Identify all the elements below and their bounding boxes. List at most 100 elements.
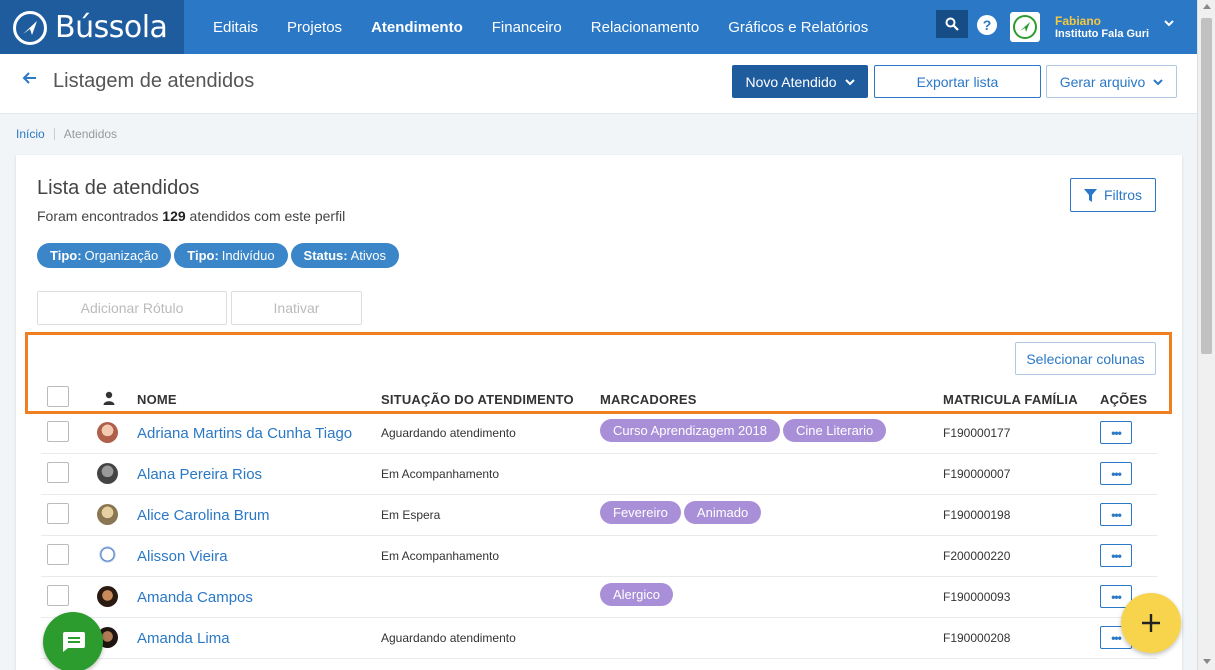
- results-suffix: atendidos com este perfil: [189, 208, 346, 224]
- row-checkbox[interactable]: [47, 421, 69, 442]
- attendee-name-link[interactable]: Adriana Martins da Cunha Tiago: [137, 425, 352, 442]
- avatar: [97, 422, 118, 443]
- top-nav: Bússola Editais Projetos Atendimento Fin…: [0, 0, 1197, 54]
- attendee-name-link[interactable]: Amanda Lima: [137, 630, 230, 647]
- row-checkbox[interactable]: [47, 503, 69, 524]
- row-actions-button[interactable]: •••: [1100, 503, 1132, 526]
- user-org[interactable]: Instituto Fala Guri: [1055, 28, 1149, 40]
- avatar: [97, 586, 118, 607]
- inativar-button[interactable]: Inativar: [231, 291, 362, 325]
- table-row: Alana Pereira Rios Em Acompanhamento F19…: [41, 454, 1157, 495]
- attendee-status: Em Acompanhamento: [381, 467, 500, 481]
- scroll-up-icon[interactable]: [1203, 4, 1211, 9]
- attendee-name-link[interactable]: Amanda Campos: [137, 589, 253, 606]
- attendee-status: Aguardando atendimento: [381, 631, 516, 645]
- matricula-familia: F190000177: [943, 426, 1011, 440]
- tag-list: Fevereiro Animado: [600, 501, 762, 524]
- gerar-arquivo-label: Gerar arquivo: [1059, 73, 1146, 90]
- brand[interactable]: Bússola: [0, 0, 184, 54]
- page-header: Listagem de atendidos Novo Atendido Expo…: [0, 54, 1197, 114]
- results-summary: Foram encontrados 129 atendidos com este…: [37, 208, 345, 224]
- matricula-familia: F190000007: [943, 467, 1011, 481]
- nav-item-financeiro[interactable]: Financeiro: [492, 19, 562, 36]
- chat-button[interactable]: [43, 612, 103, 670]
- chevron-down-icon[interactable]: [1164, 16, 1174, 30]
- tag-badge: Curso Aprendizagem 2018: [600, 419, 780, 442]
- adicionar-rotulo-button[interactable]: Adicionar Rótulo: [37, 291, 227, 325]
- filter-chip-value: Ativos: [350, 248, 387, 263]
- chat-icon: [63, 632, 85, 652]
- attendee-status: Aguardando atendimento: [381, 426, 516, 440]
- brand-name: Bússola: [55, 10, 168, 45]
- search-button[interactable]: [936, 10, 968, 38]
- breadcrumb: Início Atendidos: [16, 127, 117, 141]
- add-fab-button[interactable]: [1121, 593, 1181, 653]
- filter-chip[interactable]: Status: Ativos: [290, 243, 400, 268]
- matricula-familia: F190000093: [943, 590, 1011, 604]
- filtros-button[interactable]: Filtros: [1070, 178, 1156, 212]
- nav-item-atendimento[interactable]: Atendimento: [371, 19, 463, 36]
- back-arrow-icon[interactable]: [22, 70, 38, 91]
- attendee-status: Em Espera: [381, 508, 441, 522]
- tag-list: Alergico: [600, 583, 673, 606]
- filter-icon: [1083, 188, 1097, 202]
- table-row: Amanda Lima Aguardando atendimento F1900…: [41, 618, 1157, 659]
- help-icon[interactable]: ?: [977, 15, 997, 35]
- nav-item-graficos[interactable]: Gráficos e Relatórios: [728, 19, 868, 36]
- table-row: Adriana Martins da Cunha Tiago Aguardand…: [41, 413, 1157, 454]
- breadcrumb-divider: [53, 128, 55, 140]
- user-name[interactable]: Fabiano: [1055, 14, 1101, 28]
- results-prefix: Foram encontrados: [37, 208, 159, 224]
- filter-chip-key: Tipo:: [50, 248, 82, 263]
- avatar: [97, 463, 118, 484]
- main-menu: Editais Projetos Atendimento Financeiro …: [213, 0, 897, 54]
- card-title: Lista de atendidos: [37, 177, 200, 199]
- tag-list: Curso Aprendizagem 2018 Cine Literario: [600, 419, 887, 442]
- row-actions-button[interactable]: •••: [1100, 421, 1132, 444]
- attendee-status: Em Acompanhamento: [381, 549, 500, 563]
- scroll-thumb[interactable]: [1201, 18, 1212, 354]
- matricula-familia: F190000198: [943, 508, 1011, 522]
- row-checkbox[interactable]: [47, 462, 69, 483]
- breadcrumb-home[interactable]: Início: [16, 127, 45, 141]
- row-actions-button[interactable]: •••: [1100, 462, 1132, 485]
- filter-chip-key: Tipo:: [187, 248, 219, 263]
- attendee-name-link[interactable]: Alice Carolina Brum: [137, 507, 270, 524]
- vertical-scrollbar[interactable]: [1197, 0, 1215, 670]
- chevron-down-icon: [844, 78, 855, 85]
- nav-item-projetos[interactable]: Projetos: [287, 19, 342, 36]
- matricula-familia: F200000220: [943, 549, 1011, 563]
- filter-chip-key: Status:: [303, 248, 348, 263]
- exportar-lista-button[interactable]: Exportar lista: [874, 65, 1041, 98]
- nav-item-editais[interactable]: Editais: [213, 19, 258, 36]
- novo-atendido-label: Novo Atendido: [745, 73, 837, 90]
- attendee-name-link[interactable]: Alana Pereira Rios: [137, 466, 262, 483]
- matricula-familia: F190000208: [943, 631, 1011, 645]
- filtros-label: Filtros: [1103, 187, 1143, 203]
- org-avatar[interactable]: [1010, 12, 1040, 42]
- tag-badge: Cine Literario: [782, 419, 887, 442]
- tag-badge: Alergico: [600, 583, 673, 606]
- table-row: Alice Carolina Brum Em Espera Fevereiro …: [41, 495, 1157, 536]
- nav-item-relacionamento[interactable]: Relacionamento: [591, 19, 699, 36]
- highlight-frame: [25, 332, 1172, 414]
- avatar: [97, 545, 118, 566]
- novo-atendido-button[interactable]: Novo Atendido: [732, 65, 868, 98]
- chevron-down-icon: [1153, 78, 1164, 85]
- row-checkbox[interactable]: [47, 544, 69, 565]
- active-filters: Tipo: Organização Tipo: Indivíduo Status: A…: [37, 243, 400, 268]
- filter-chip[interactable]: Tipo: Indivíduo: [174, 243, 288, 268]
- org-logo-icon: [1013, 15, 1037, 39]
- compass-logo-icon: [13, 11, 47, 45]
- gerar-arquivo-button[interactable]: Gerar arquivo: [1046, 65, 1177, 98]
- attendee-name-link[interactable]: Alisson Vieira: [137, 548, 228, 565]
- page-title: Listagem de atendidos: [53, 70, 255, 92]
- table-row: Amanda Campos Alergico F190000093 •••: [41, 577, 1157, 618]
- row-actions-button[interactable]: •••: [1100, 544, 1132, 567]
- row-checkbox[interactable]: [47, 585, 69, 606]
- filter-chip[interactable]: Tipo: Organização: [37, 243, 172, 268]
- scroll-down-icon[interactable]: [1203, 659, 1211, 664]
- breadcrumb-current: Atendidos: [63, 127, 118, 141]
- tag-badge: Fevereiro: [600, 501, 681, 524]
- table-row: Alisson Vieira Em Acompanhamento F200000…: [41, 536, 1157, 577]
